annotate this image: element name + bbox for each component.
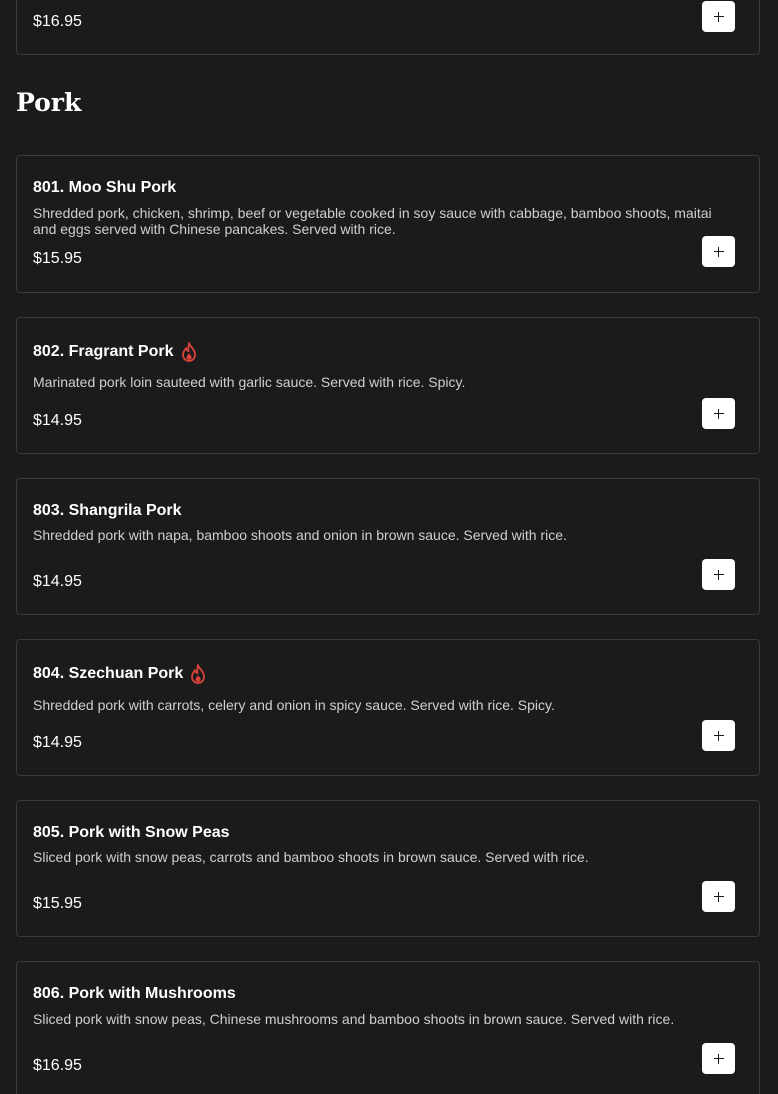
item-price: $15.95 xyxy=(33,250,82,267)
item-description: Sliced pork with snow peas, carrots and … xyxy=(33,849,589,865)
menu-item-card[interactable]: 805. Pork with Snow Peas Sliced pork wit… xyxy=(16,800,760,937)
item-name: 801. Moo Shu Pork xyxy=(33,179,176,197)
item-name-text: 802. Fragrant Pork xyxy=(33,343,174,360)
menu-page: $16.95 Pork 801. Moo Shu Pork Shredded p… xyxy=(0,0,778,1094)
item-description: Sliced pork with snow peas, Chinese mush… xyxy=(33,1011,675,1027)
item-description: Marinated pork loin sauteed with garlic … xyxy=(33,374,466,390)
item-name-text: 804. Szechuan Pork xyxy=(33,665,184,682)
menu-item-card[interactable]: 804. Szechuan Pork Shredded pork with ca… xyxy=(16,639,760,776)
add-to-cart-button[interactable] xyxy=(702,1,735,32)
flame-icon xyxy=(181,342,196,362)
add-to-cart-button[interactable] xyxy=(702,559,735,590)
plus-icon xyxy=(713,408,724,419)
plus-icon xyxy=(713,891,724,902)
item-description: Shredded pork with carrots, celery and o… xyxy=(33,697,555,713)
add-to-cart-button[interactable] xyxy=(702,398,735,429)
plus-icon xyxy=(713,246,724,257)
item-name: 803. Shangrila Pork xyxy=(33,502,182,520)
item-name: 805. Pork with Snow Peas xyxy=(33,824,230,842)
plus-icon xyxy=(713,730,724,741)
item-name-text: 805. Pork with Snow Peas xyxy=(33,824,230,841)
plus-icon xyxy=(713,1053,724,1064)
menu-item-card[interactable]: 806. Pork with Mushrooms Sliced pork wit… xyxy=(16,961,760,1094)
menu-item-card[interactable]: 803. Shangrila Pork Shredded pork with n… xyxy=(16,478,760,615)
section-title: Pork xyxy=(16,88,82,117)
menu-item-card[interactable]: 802. Fragrant Pork Marinated pork loin s… xyxy=(16,317,760,454)
item-name-text: 806. Pork with Mushrooms xyxy=(33,985,236,1002)
item-price: $15.95 xyxy=(33,895,82,912)
item-description: Shredded pork, chicken, shrimp, beef or … xyxy=(33,205,712,237)
item-name: 802. Fragrant Pork xyxy=(33,342,198,362)
item-price: $16.95 xyxy=(33,1057,82,1074)
item-name-text: 803. Shangrila Pork xyxy=(33,502,182,519)
flame-icon xyxy=(191,664,206,684)
item-name-text: 801. Moo Shu Pork xyxy=(33,179,177,196)
add-to-cart-button[interactable] xyxy=(702,236,735,267)
item-description: Shredded pork with napa, bamboo shoots a… xyxy=(33,527,567,543)
plus-icon xyxy=(713,11,724,22)
item-price: $14.95 xyxy=(33,734,82,751)
item-name: 806. Pork with Mushrooms xyxy=(33,985,236,1003)
plus-icon xyxy=(713,569,724,580)
add-to-cart-button[interactable] xyxy=(702,720,735,751)
item-name: 804. Szechuan Pork xyxy=(33,664,207,684)
add-to-cart-button[interactable] xyxy=(702,881,735,912)
menu-item-card[interactable]: 801. Moo Shu Pork Shredded pork, chicken… xyxy=(16,155,760,293)
menu-item-card[interactable]: $16.95 xyxy=(16,0,760,55)
item-price: $16.95 xyxy=(33,13,82,30)
item-price: $14.95 xyxy=(33,412,82,429)
item-price: $14.95 xyxy=(33,573,82,590)
add-to-cart-button[interactable] xyxy=(702,1043,735,1074)
